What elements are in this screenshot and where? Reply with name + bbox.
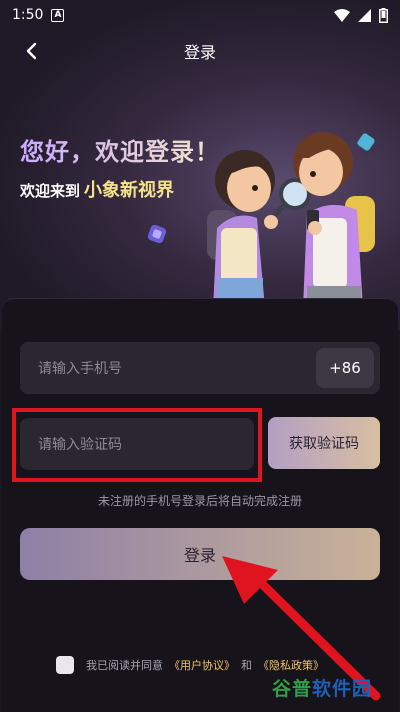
get-code-button[interactable]: 获取验证码 [268, 417, 380, 469]
wifi-icon [334, 8, 350, 22]
battery-icon [379, 7, 388, 23]
back-button[interactable] [18, 38, 44, 64]
status-bar: 1:50 A [0, 0, 400, 30]
register-hint: 未注册的手机号登录后将自动完成注册 [97, 494, 302, 508]
country-code-button[interactable]: +86 [316, 348, 374, 388]
agreement-and: 和 [241, 659, 252, 672]
chevron-left-icon [26, 42, 37, 60]
welcome-line: 欢迎来到 小象新视界 [20, 176, 174, 202]
watermark-part1: 谷普 [272, 678, 313, 700]
watermark-logo: 谷普软件园 [272, 674, 372, 701]
agreement-row: 我已阅读并同意 《用户协议》 和 《隐私政策》 [56, 656, 324, 674]
page-title: 登录 [183, 43, 216, 62]
privacy-policy-link[interactable]: 《隐私政策》 [258, 657, 324, 673]
brand-name: 小象新视界 [84, 180, 175, 201]
agreement-prefix: 我已阅读并同意 [86, 659, 163, 672]
notification-badge-icon: A [51, 8, 65, 22]
user-agreement-link[interactable]: 《用户协议》 [169, 657, 235, 673]
signal-icon [358, 8, 371, 22]
agreement-checkbox[interactable] [56, 656, 74, 674]
phone-input[interactable]: 请输入手机号 +86 [20, 342, 380, 394]
watermark-part2: 软件园 [312, 678, 373, 700]
login-button[interactable]: 登录 [20, 528, 380, 580]
status-time: 1:50 [12, 7, 44, 23]
nav-bar: 登录 [0, 30, 400, 72]
sparkle-icon [147, 224, 167, 244]
kids-illustration [207, 132, 375, 308]
welcome-prefix: 欢迎来到 [20, 182, 81, 200]
greeting-heading: 您好，欢迎登录！ [20, 132, 220, 167]
phone-placeholder: 请输入手机号 [38, 361, 122, 377]
highlight-box [12, 408, 262, 482]
